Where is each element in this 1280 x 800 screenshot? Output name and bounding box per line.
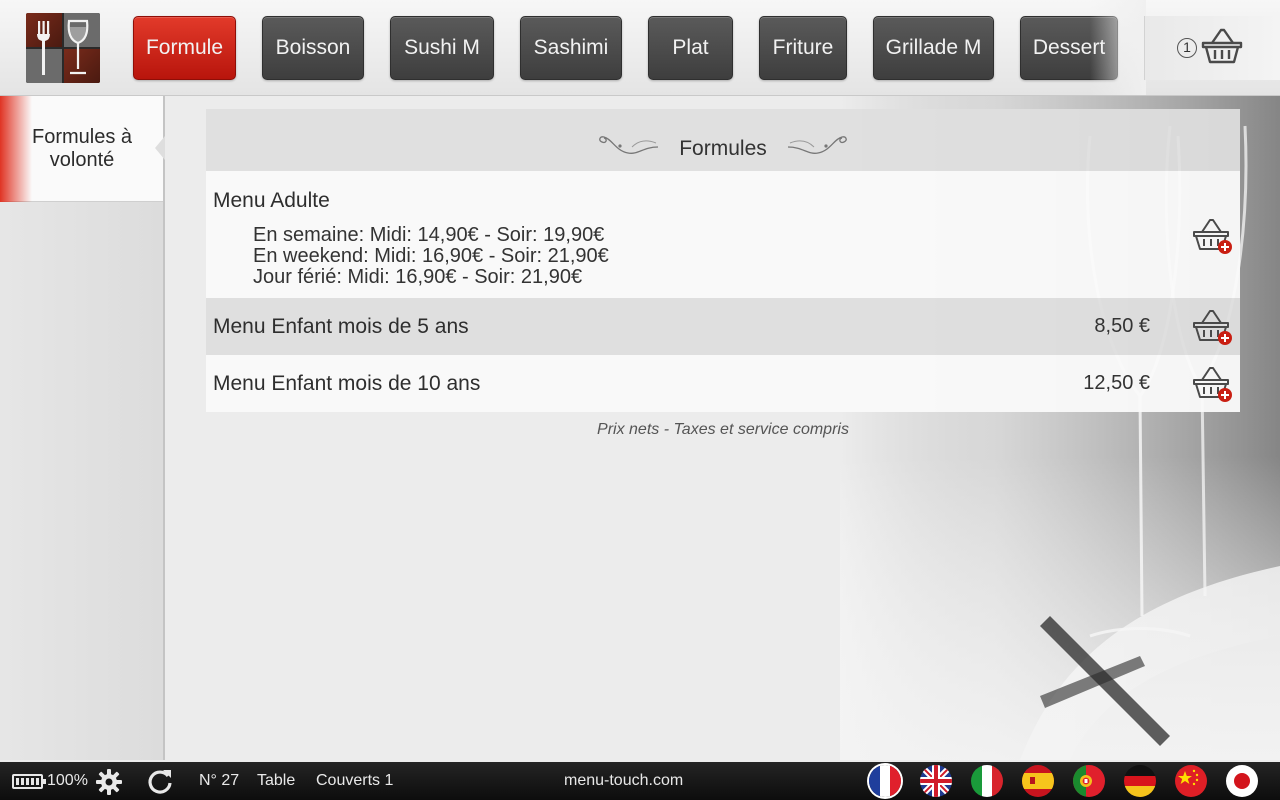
subcategory-sidebar: Formules à volonté: [0, 96, 165, 760]
category-tab-sashimi[interactable]: Sashimi: [520, 16, 622, 80]
category-tab-formule[interactable]: Formule: [133, 16, 236, 80]
status-bar: 100% N° 27 Table Couverts 1 menu-touch.c…: [0, 762, 1280, 800]
battery-percentage: 100%: [47, 772, 88, 789]
detail-line-semaine: En semaine: Midi: 14,90€ - Soir: 19,90€: [253, 224, 605, 246]
category-tab-grillade-m[interactable]: Grillade M: [873, 16, 994, 80]
basket-add-icon[interactable]: [1192, 308, 1234, 346]
menu-item-menu-enfant-5-ans: Menu Enfant mois de 5 ans 8,50 €: [206, 298, 1240, 355]
menu-item-menu-adulte: Menu Adulte En semaine: Midi: 14,90€ - S…: [206, 171, 1240, 298]
section-title: Formules: [679, 137, 767, 160]
scroll-fade: [1090, 0, 1146, 95]
refresh-icon[interactable]: [146, 767, 174, 795]
chinese-flag-icon[interactable]: [1175, 765, 1207, 797]
italian-flag-icon[interactable]: [971, 765, 1003, 797]
french-flag-icon[interactable]: [869, 765, 901, 797]
basket-icon: [1201, 28, 1243, 64]
sidebar-item-formules-a-volonte[interactable]: Formules à volonté: [0, 96, 165, 202]
cart-count-badge: 1: [1177, 38, 1197, 58]
top-navigation-bar: Formule Boisson Sushi M Sashimi Plat Fri…: [0, 0, 1280, 96]
sidebar-item-label: Formules à volonté: [31, 126, 133, 171]
menu-item-menu-enfant-10-ans: Menu Enfant mois de 10 ans 12,50 €: [206, 355, 1240, 412]
menu-item-name: Menu Enfant mois de 5 ans: [213, 315, 469, 338]
covers-label[interactable]: Couverts 1: [316, 772, 393, 790]
restaurant-logo: [26, 13, 100, 83]
menu-panel: Formules Menu Adulte En semaine: Midi: 1…: [206, 109, 1240, 412]
category-tab-sushi-m[interactable]: Sushi M: [390, 16, 494, 80]
spanish-flag-icon[interactable]: [1022, 765, 1054, 797]
menu-item-name: Menu Enfant mois de 10 ans: [213, 372, 481, 395]
section-header: Formules: [206, 109, 1240, 171]
category-tab-boisson[interactable]: Boisson: [262, 16, 364, 80]
japanese-flag-icon[interactable]: [1226, 765, 1258, 797]
fork-wine-glass-logo-icon: [37, 19, 89, 75]
detail-line-jour-ferie: Jour férié: Midi: 16,90€ - Soir: 21,90€: [253, 266, 583, 288]
cart-button[interactable]: 1: [1144, 16, 1280, 80]
battery-icon: [12, 774, 46, 789]
portuguese-flag-icon[interactable]: [1073, 765, 1105, 797]
menu-item-price: 8,50 €: [1094, 315, 1150, 337]
price-footnote: Prix nets - Taxes et service compris: [597, 421, 849, 438]
website-label: menu-touch.com: [564, 772, 684, 789]
menu-item-name: Menu Adulte: [213, 189, 330, 212]
table-label[interactable]: Table: [257, 772, 295, 790]
category-tab-friture[interactable]: Friture: [759, 16, 847, 80]
category-tab-plat[interactable]: Plat: [648, 16, 733, 80]
ornament-right-icon: [787, 136, 847, 154]
german-flag-icon[interactable]: [1124, 765, 1156, 797]
menu-item-price: 12,50 €: [1083, 372, 1150, 394]
basket-add-icon[interactable]: [1192, 365, 1234, 403]
menu-item-details: En semaine: Midi: 14,90€ - Soir: 19,90€ …: [253, 225, 609, 288]
gear-icon[interactable]: [95, 768, 123, 796]
order-number: N° 27: [199, 772, 240, 789]
detail-line-weekend: En weekend: Midi: 16,90€ - Soir: 21,90€: [253, 245, 609, 267]
selection-notch: [155, 136, 165, 160]
english-flag-icon[interactable]: [920, 765, 952, 797]
basket-add-icon[interactable]: [1192, 217, 1234, 255]
